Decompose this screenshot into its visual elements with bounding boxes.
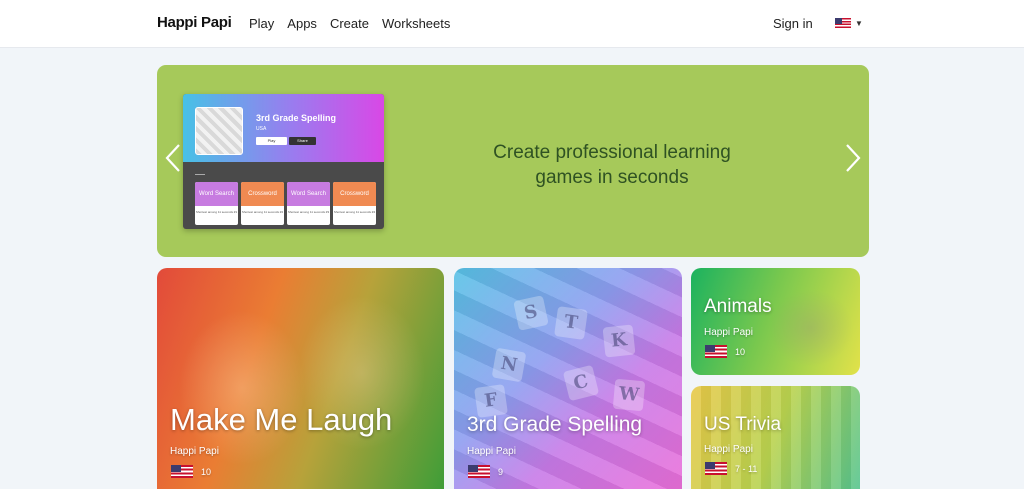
- nav-worksheets[interactable]: Worksheets: [382, 16, 450, 31]
- chevron-left-icon: [165, 144, 180, 172]
- preview-app-tile: Crossword Shortest among 11 seconds #4: [333, 182, 376, 225]
- card-title: Make Me Laugh: [170, 402, 393, 437]
- letter-tile-decoration: N: [491, 347, 527, 383]
- card-author: Happi Papi: [704, 444, 753, 455]
- card-meta: 7 - 11: [705, 462, 757, 475]
- logo[interactable]: Happi Papi: [157, 14, 232, 31]
- card-meta: 10: [171, 465, 211, 478]
- card-count: 7 - 11: [735, 463, 758, 474]
- us-flag-icon: [171, 465, 193, 478]
- card-title: Animals: [704, 296, 772, 317]
- us-flag-icon: [468, 465, 490, 478]
- game-card-animals[interactable]: Animals Happi Papi 10: [691, 268, 860, 375]
- nav-play[interactable]: Play: [249, 16, 274, 31]
- app-preview-image: 3rd Grade Spelling USA Play Share Word S…: [183, 94, 384, 229]
- letter-tile-decoration: C: [562, 364, 600, 402]
- card-meta: 10: [705, 345, 745, 358]
- nav-create[interactable]: Create: [330, 16, 369, 31]
- hero-carousel: 3rd Grade Spelling USA Play Share Word S…: [157, 65, 869, 257]
- preview-thumbnail: [195, 107, 243, 155]
- preview-subtitle: USA: [256, 126, 267, 132]
- carousel-prev-button[interactable]: [164, 143, 182, 173]
- preview-play-button: Play: [256, 137, 287, 145]
- chevron-down-icon: ▼: [855, 18, 863, 28]
- card-author: Happi Papi: [467, 446, 516, 457]
- letter-tile-decoration: K: [602, 324, 636, 358]
- nav-apps[interactable]: Apps: [287, 16, 317, 31]
- main-nav: Play Apps Create Worksheets: [249, 16, 450, 31]
- preview-app-tile: Crossword Shortest among 11 seconds #2: [241, 182, 284, 225]
- language-selector[interactable]: ▼: [835, 18, 863, 28]
- card-title: US Trivia: [704, 414, 782, 435]
- card-title: 3rd Grade Spelling: [467, 413, 643, 436]
- sign-in-link[interactable]: Sign in: [773, 16, 813, 31]
- game-card-3rd-grade-spelling[interactable]: S T K N C W F 3rd Grade Spelling Happi P…: [454, 268, 682, 489]
- letter-tile-decoration: W: [612, 378, 646, 412]
- top-nav-bar: Happi Papi Play Apps Create Worksheets S…: [0, 0, 1024, 48]
- card-count: 10: [735, 346, 746, 357]
- card-author: Happi Papi: [704, 327, 753, 338]
- chevron-right-icon: [846, 144, 861, 172]
- us-flag-icon: [835, 18, 851, 28]
- game-card-us-trivia[interactable]: US Trivia Happi Papi 7 - 11: [691, 386, 860, 489]
- preview-divider: [195, 174, 205, 175]
- hero-headline: Create professional learning games in se…: [493, 142, 731, 188]
- preview-app-tile: Word Search Shortest among 11 seconds #3: [287, 182, 330, 225]
- us-flag-icon: [705, 462, 727, 475]
- preview-share-button: Share: [289, 137, 316, 145]
- us-flag-icon: [705, 345, 727, 358]
- letter-tile-decoration: T: [554, 306, 588, 340]
- carousel-next-button[interactable]: [844, 143, 862, 173]
- card-count: 10: [201, 466, 212, 477]
- card-author: Happi Papi: [170, 446, 219, 457]
- preview-app-tile: Word Search Shortest among 11 seconds #1: [195, 182, 238, 225]
- game-card-make-me-laugh[interactable]: Make Me Laugh Happi Papi 10: [157, 268, 444, 489]
- card-meta: 9: [468, 465, 503, 478]
- preview-title: 3rd Grade Spelling: [256, 113, 337, 123]
- card-count: 9: [498, 466, 504, 477]
- letter-tile-decoration: S: [513, 295, 549, 331]
